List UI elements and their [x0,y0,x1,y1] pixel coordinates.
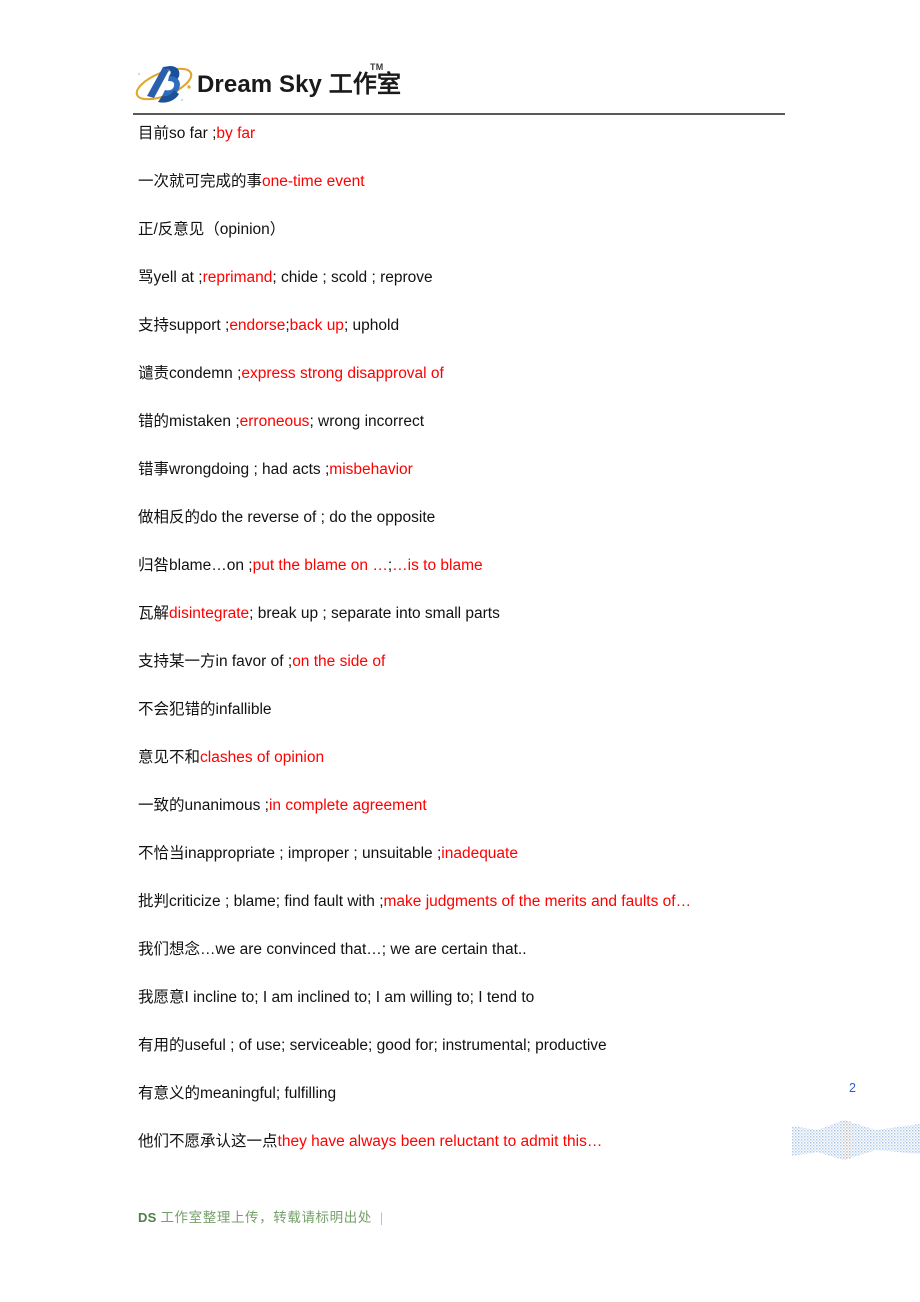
plain-term: ; wrong incorrect [309,413,425,430]
vocabulary-line: 做相反的do the reverse of ; do the opposite [138,510,838,558]
document-header: Dream Sky 工作室 TM [133,58,785,116]
highlighted-term: misbehavior [329,461,413,478]
highlighted-term: back up [289,317,344,334]
highlighted-term: on the side of [292,653,386,670]
highlighted-term: inadequate [441,845,518,862]
footer-text: 工作室整理上传，转载请标明出处 [160,1210,372,1225]
plain-term: 有意义的meaningful; fulfilling [138,1085,337,1102]
plain-term: 做相反的do the reverse of ; do the opposite [138,509,436,526]
vocabulary-line: 有用的useful ; of use; serviceable; good fo… [138,1038,838,1086]
vocabulary-line: 我愿意I incline to; I am inclined to; I am … [138,990,838,1038]
vocabulary-line: 支持support ; endorse ; back up ; uphold [138,318,838,366]
vocabulary-line: 不恰当inappropriate ; improper ; unsuitable… [138,846,838,894]
highlighted-term: make judgments of the merits and faults … [383,893,692,910]
plain-term: 瓦解 [138,605,170,622]
footer-bar: | [379,1210,384,1225]
highlighted-term: put the blame on … [252,557,388,574]
vocabulary-line: 我们想念…we are convinced that…; we are cert… [138,942,838,990]
plain-term: 谴责condemn ; [138,365,242,382]
vocabulary-line: 支持某一方in favor of ; on the side of [138,654,838,702]
plain-term: ; chide ; scold ; reprove [272,269,433,286]
plain-term: 支持某一方in favor of ; [138,653,293,670]
footer-credit: DS 工作室整理上传，转载请标明出处 | [138,1206,383,1226]
trademark-symbol: TM [370,62,384,72]
plain-term: 错事wrongdoing ; had acts ; [138,461,330,478]
highlighted-term: endorse [229,317,286,334]
vocabulary-line: 一次就可完成的事 one-time event [138,174,838,222]
plain-term: 一次就可完成的事 [138,173,263,190]
plain-term: 不会犯错的infallible [138,701,272,718]
vocabulary-line: 错事wrongdoing ; had acts ; misbehavior [138,462,838,510]
ribbon-watermark-graphic [792,1112,920,1164]
plain-term: 骂yell at ; [138,269,203,286]
highlighted-term: …is to blame [392,557,483,574]
highlighted-term: clashes of opinion [200,749,325,766]
plain-term: 正/反意见（opinion） [138,221,286,238]
plain-term: 意见不和 [138,749,201,766]
vocabulary-line: 瓦解 disintegrate ; break up ; separate int… [138,606,838,654]
logo-wordmark: Dream Sky 工作室 [197,71,402,98]
plain-term: ; break up ; separate into small parts [249,605,500,622]
plain-term: 他们不愿承认这一点 [138,1133,278,1150]
vocabulary-line: 意见不和 clashes of opinion [138,750,838,798]
plain-term: 支持support ; [138,317,230,334]
vocabulary-line: 目前so far ; by far [138,126,838,174]
plain-term: 归咎blame…on ; [138,557,253,574]
vocabulary-line: 归咎blame…on ; put the blame on … ; …is to… [138,558,838,606]
plain-term: 目前so far ; [138,125,217,142]
page-number: 2 [849,1081,856,1095]
highlighted-term: express strong disapproval of [241,365,444,382]
highlighted-term: reprimand [202,269,273,286]
highlighted-term: erroneous [239,413,310,430]
plain-term: 错的mistaken ; [138,413,240,430]
vocabulary-line: 谴责condemn ; express strong disapproval o… [138,366,838,414]
highlighted-term: one-time event [262,173,365,190]
vocabulary-line: 骂yell at ; reprimand ; chide ; scold ; r… [138,270,838,318]
plain-term: 有用的useful ; of use; serviceable; good fo… [138,1037,607,1054]
plain-term: 不恰当inappropriate ; improper ; unsuitable… [138,845,442,862]
vocabulary-line: 正/反意见（opinion） [138,222,838,270]
vocabulary-line: 不会犯错的infallible [138,702,838,750]
vocabulary-line: 他们不愿承认这一点 they have always been reluctant… [138,1134,838,1182]
plain-term: 我们想念…we are convinced that…; we are cert… [138,941,527,958]
header-divider [133,113,785,115]
plain-term: 批判criticize ; blame; find fault with ; [138,893,384,910]
vocabulary-line: 有意义的meaningful; fulfilling [138,1086,838,1134]
footer-ds-mark: DS [138,1210,157,1225]
plain-term: 我愿意I incline to; I am inclined to; I am … [138,989,535,1006]
document-page: Dream Sky 工作室 TM 目前so far ; by far 一次就可完成… [0,0,920,1302]
vocabulary-line: 错的mistaken ; erroneous ; wrong incorrect [138,414,838,462]
vocabulary-list: 目前so far ; by far 一次就可完成的事 one-time event 正… [138,126,838,1182]
plain-term: 一致的unanimous ; [138,797,269,814]
plain-term: ; uphold [343,317,400,334]
ds-monogram-orbit-logo [133,59,195,109]
highlighted-term: by far [216,125,256,142]
highlighted-term: they have always been reluctant to admit… [277,1133,603,1150]
highlighted-term: in complete agreement [268,797,427,814]
vocabulary-line: 一致的unanimous ; in complete agreement [138,798,838,846]
brand-logo: Dream Sky 工作室 TM [133,58,785,110]
highlighted-term: disintegrate [169,605,250,622]
vocabulary-line: 批判criticize ; blame; find fault with ; m… [138,894,838,942]
